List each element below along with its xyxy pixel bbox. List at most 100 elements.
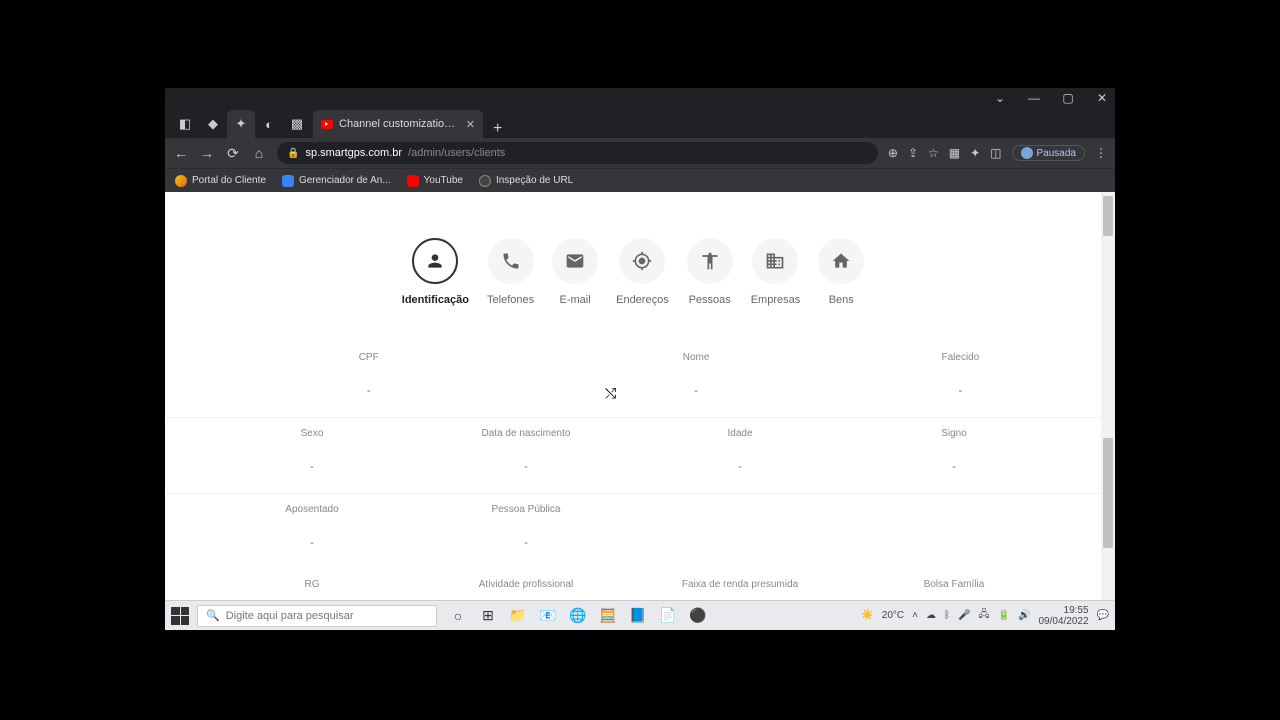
start-button[interactable]	[171, 607, 189, 625]
field-pessoa-publica: Pessoa Pública-	[419, 494, 633, 569]
field-idade: Idade-	[633, 418, 847, 493]
weather-icon[interactable]: ☀️	[861, 610, 873, 621]
mic-icon[interactable]: 🎤	[958, 610, 970, 621]
bluetooth-icon[interactable]: ᛒ	[944, 610, 950, 621]
business-icon	[765, 251, 785, 271]
house-icon	[831, 251, 851, 271]
nav-enderecos[interactable]: Endereços	[616, 238, 669, 306]
network-icon[interactable]: 🖧	[978, 607, 989, 624]
volume-icon[interactable]: 🔊	[1018, 610, 1030, 621]
maximize-button[interactable]: ▢	[1061, 91, 1075, 105]
person-icon	[425, 251, 445, 271]
sidepanel-icon[interactable]: ◫	[990, 146, 1001, 160]
address-bar: ← → ⟳ ⌂ 🔒 sp.smartgps.com.br/admin/users…	[165, 138, 1115, 168]
field-nome: Nome-	[532, 342, 859, 417]
tray-chevron-icon[interactable]: ˄	[912, 610, 918, 621]
extension-1-icon[interactable]: ▦	[949, 146, 960, 160]
home-button[interactable]: ⌂	[251, 145, 267, 161]
profile-chip[interactable]: Pausada	[1012, 145, 1085, 161]
nav-email[interactable]: E-mail	[552, 238, 598, 306]
nav-identificacao[interactable]: Identificação	[402, 238, 469, 306]
file-explorer-icon[interactable]: 📁	[507, 605, 529, 627]
identification-grid: CPF- Nome- Falecido- Sexo- Data de nasci…	[165, 342, 1101, 630]
close-window-button[interactable]: ✕	[1095, 91, 1109, 105]
browser-tab-youtube[interactable]: Channel customization - YouTub ✕	[313, 110, 483, 138]
bookmark-icon	[479, 175, 491, 187]
search-placeholder: Digite aqui para pesquisar	[226, 610, 354, 622]
location-icon	[632, 251, 652, 271]
pinned-tab-1[interactable]: ◧	[171, 110, 199, 138]
new-tab-button[interactable]: +	[483, 120, 512, 138]
bookmark-youtube[interactable]: YouTube	[407, 175, 463, 187]
word-app-icon[interactable]: 📄	[657, 605, 679, 627]
minimize-button[interactable]: ―	[1027, 91, 1041, 105]
store-icon[interactable]: 🧮	[597, 605, 619, 627]
chrome-menu-icon[interactable]: ⋮	[1095, 146, 1107, 160]
window-dropdown-icon[interactable]: ⌄	[993, 91, 1007, 105]
search-icon: 🔍	[206, 609, 220, 622]
notifications-icon[interactable]: 💬	[1097, 610, 1109, 621]
system-tray: ☀️ 20°C ˄ ☁ ᛒ 🎤 🖧 🔋 🔊 19:55 09/04/2022 💬	[861, 605, 1109, 627]
chrome-app-icon[interactable]: 🌐	[567, 605, 589, 627]
section-nav: Identificação Telefones E-mail Endereços	[165, 238, 1101, 306]
youtube-icon	[321, 120, 333, 129]
field-cpf: CPF-	[205, 342, 532, 417]
edge-app-icon[interactable]: 📘	[627, 605, 649, 627]
url-domain: sp.smartgps.com.br	[305, 147, 402, 159]
share-icon[interactable]: ⇪	[908, 146, 918, 160]
translate-icon[interactable]: ⊕	[888, 146, 898, 160]
tab-label: Channel customization - YouTub	[339, 118, 460, 130]
bookmarks-bar: Portal do Cliente Gerenciador de An... Y…	[165, 168, 1115, 192]
accessibility-icon	[700, 251, 720, 271]
weather-temp[interactable]: 20°C	[882, 610, 904, 621]
avatar-icon	[1021, 147, 1033, 159]
bookmark-gerenciador[interactable]: Gerenciador de An...	[282, 175, 391, 187]
phone-icon	[501, 251, 521, 271]
url-path: /admin/users/clients	[408, 147, 505, 159]
profile-label: Pausada	[1037, 148, 1076, 159]
onedrive-icon[interactable]: ☁	[926, 610, 936, 621]
field-data-nascimento: Data de nascimento-	[419, 418, 633, 493]
bookmark-icon	[407, 175, 419, 187]
scrollbar-thumb-top[interactable]	[1103, 196, 1113, 236]
pinned-tab-5[interactable]: ▩	[283, 110, 311, 138]
page-viewport: Identificação Telefones E-mail Endereços	[165, 192, 1115, 630]
scrollbar-track[interactable]	[1101, 192, 1115, 630]
bookmark-star-icon[interactable]: ☆	[928, 146, 939, 160]
tab-strip: ◧ ◆ ✦ ◐ ▩ Channel customization - YouTub…	[165, 108, 1115, 138]
task-view-icon[interactable]: ⊞	[477, 605, 499, 627]
windows-taskbar: 🔍 Digite aqui para pesquisar ○ ⊞ 📁 📧 🌐 🧮…	[165, 600, 1115, 630]
forward-button[interactable]: →	[199, 145, 215, 161]
scrollbar-thumb[interactable]	[1103, 438, 1113, 548]
field-sexo: Sexo-	[205, 418, 419, 493]
nav-telefones[interactable]: Telefones	[487, 238, 534, 306]
pinned-tab-4[interactable]: ◐	[255, 110, 283, 138]
pinned-tab-2[interactable]: ◆	[199, 110, 227, 138]
pinned-tab-3[interactable]: ✦	[227, 110, 255, 138]
taskbar-clock[interactable]: 19:55 09/04/2022	[1038, 605, 1088, 627]
bookmark-icon	[282, 175, 294, 187]
window-titlebar: ⌄ ― ▢ ✕	[165, 88, 1115, 108]
chrome-window: ⌄ ― ▢ ✕ ◧ ◆ ✦ ◐ ▩ Channel customization …	[165, 88, 1115, 630]
back-button[interactable]: ←	[173, 145, 189, 161]
battery-icon[interactable]: 🔋	[998, 610, 1010, 621]
nav-bens[interactable]: Bens	[818, 238, 864, 306]
nav-empresas[interactable]: Empresas	[751, 238, 801, 306]
cortana-icon[interactable]: ○	[447, 605, 469, 627]
nav-pessoas[interactable]: Pessoas	[687, 238, 733, 306]
field-signo: Signo-	[847, 418, 1061, 493]
lock-icon: 🔒	[287, 148, 299, 159]
omnibox[interactable]: 🔒 sp.smartgps.com.br/admin/users/clients	[277, 142, 878, 164]
reload-button[interactable]: ⟳	[225, 145, 241, 162]
page-content: Identificação Telefones E-mail Endereços	[165, 192, 1101, 630]
mail-app-icon[interactable]: 📧	[537, 605, 559, 627]
bookmark-portal-cliente[interactable]: Portal do Cliente	[175, 175, 266, 187]
extensions-icon[interactable]: ✦	[970, 146, 980, 160]
taskbar-search[interactable]: 🔍 Digite aqui para pesquisar	[197, 605, 437, 627]
obs-app-icon[interactable]: ⚫	[687, 605, 709, 627]
close-tab-icon[interactable]: ✕	[466, 118, 475, 131]
bookmark-inspecao-url[interactable]: Inspeção de URL	[479, 175, 573, 187]
mail-icon	[565, 251, 585, 271]
bookmark-icon	[175, 175, 187, 187]
field-aposentado: Aposentado-	[205, 494, 419, 569]
